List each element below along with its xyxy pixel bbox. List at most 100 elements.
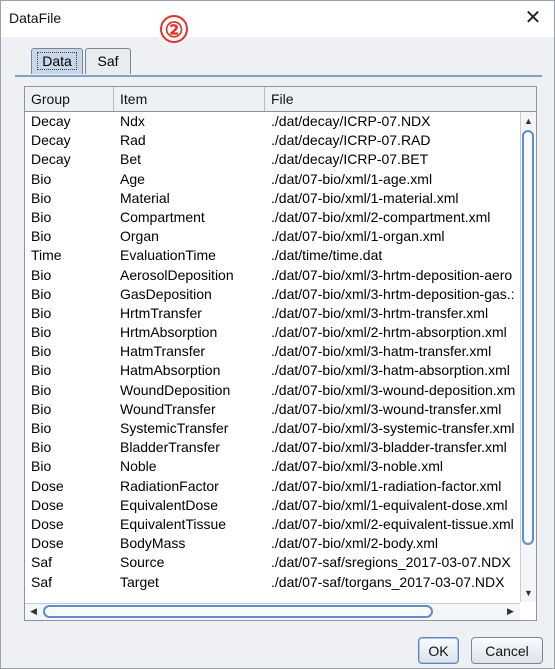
scroll-down-icon[interactable]: ▼ <box>521 588 536 598</box>
cell-file: ./dat/07-bio/xml/2-compartment.xml <box>271 208 491 225</box>
table-row[interactable]: Bio WoundDeposition ./dat/07-bio/xml/3-wou… <box>25 381 520 400</box>
column-header-item[interactable]: Item <box>114 87 265 111</box>
cell-item: BodyMass <box>120 535 186 552</box>
cell-item: HrtmAbsorption <box>120 324 218 341</box>
ok-button[interactable]: OK <box>418 637 459 664</box>
table-row[interactable]: Bio HrtmAbsorption ./dat/07-bio/xml/2-hrtm… <box>25 323 520 342</box>
cell-group: Bio <box>31 381 52 398</box>
table-row[interactable]: Bio AerosolDeposition ./dat/07-bio/xml/3-h… <box>25 266 520 285</box>
cell-group: Dose <box>31 496 64 513</box>
cell-item: HatmAbsorption <box>120 362 221 379</box>
cell-file: ./dat/07-bio/xml/3-systemic-transfer.xml <box>271 420 515 436</box>
cell-file: ./dat/07-bio/xml/1-radiation-factor.xml <box>271 477 502 494</box>
table-row[interactable]: Bio Compartment ./dat/07-bio/xml/2-compart… <box>25 208 520 227</box>
cell-file: ./dat/07-bio/xml/2-equivalent-tissue.xml <box>271 515 514 532</box>
table-row[interactable]: Bio HatmTransfer ./dat/07-bio/xml/3-hatm-t… <box>25 342 520 361</box>
cell-file: ./dat/time/time.dat <box>271 247 383 264</box>
column-header-file[interactable]: File <box>265 87 536 111</box>
cell-item: Source <box>120 554 165 571</box>
cell-file: ./dat/07-bio/xml/2-body.xml <box>271 535 439 552</box>
close-icon[interactable]: ✕ <box>522 7 544 29</box>
tab-label-saf: Saf <box>97 53 119 69</box>
cell-file: ./dat/07-bio/xml/3-hatm-transfer.xml <box>271 343 492 360</box>
cell-file: ./dat/07-saf/sregions_2017-03-07.NDX <box>271 554 511 571</box>
cell-group: Bio <box>31 304 52 321</box>
column-header-group[interactable]: Group <box>25 87 114 111</box>
table-row[interactable]: Dose EquivalentTissue ./dat/07-bio/xml/2-e… <box>25 515 520 534</box>
cell-file: ./dat/07-bio/xml/3-wound-transfer.xml <box>271 400 502 417</box>
cell-file: ./dat/07-bio/xml/3-bladder-transfer.xml <box>271 439 507 456</box>
cell-file: ./dat/decay/ICRP-07.BET <box>271 151 429 168</box>
cell-file: ./dat/decay/ICRP-07.NDX <box>271 113 431 129</box>
table-row[interactable]: Bio WoundTransfer ./dat/07-bio/xml/3-wound… <box>25 400 520 419</box>
cell-item: EquivalentTissue <box>120 515 227 532</box>
cell-item: GasDeposition <box>120 285 212 302</box>
cell-file: ./dat/07-bio/xml/1-material.xml <box>271 189 459 206</box>
table-row[interactable]: Dose BodyMass ./dat/07-bio/xml/2-body.xml <box>25 534 520 553</box>
title-bar: DataFile ✕ <box>1 1 554 37</box>
cell-item: Bet <box>120 151 142 168</box>
table-row[interactable]: Saf Source ./dat/07-saf/sregions_2017-03-0… <box>25 553 520 572</box>
cell-item: HrtmTransfer <box>120 304 202 321</box>
table-row[interactable]: Saf Target ./dat/07-saf/torgans_2017-03-07… <box>25 573 520 592</box>
cell-file: ./dat/07-saf/torgans_2017-03-07.NDX <box>271 573 505 590</box>
tab-saf[interactable]: Saf <box>85 48 131 74</box>
cell-file: ./dat/07-bio/xml/3-hrtm-deposition-aero <box>271 266 513 283</box>
table-row[interactable]: Decay Ndx ./dat/decay/ICRP-07.NDX <box>25 112 520 131</box>
window-title: DataFile <box>9 10 62 26</box>
cell-group: Bio <box>31 285 52 302</box>
cancel-button[interactable]: Cancel <box>471 637 543 664</box>
table-row[interactable]: Bio Age ./dat/07-bio/xml/1-age.xml <box>25 170 520 189</box>
cell-group: Bio <box>31 420 52 436</box>
cell-item: BladderTransfer <box>120 439 220 456</box>
table-row[interactable]: Bio BladderTransfer ./dat/07-bio/xml/3-bla… <box>25 438 520 457</box>
table-row[interactable]: Bio Material ./dat/07-bio/xml/1-material.x… <box>25 189 520 208</box>
cell-group: Bio <box>31 400 52 417</box>
cell-group: Bio <box>31 189 52 206</box>
table-row[interactable]: Bio GasDeposition ./dat/07-bio/xml/3-hrtm-… <box>25 285 520 304</box>
cell-item: HatmTransfer <box>120 343 206 360</box>
cell-file: ./dat/07-bio/xml/3-hatm-absorption.xml <box>271 362 510 379</box>
table-row[interactable]: Decay Rad ./dat/decay/ICRP-07.RAD <box>25 131 520 150</box>
cell-group: Bio <box>31 208 52 225</box>
table-row[interactable]: Time EvaluationTime ./dat/time/time.dat <box>25 246 520 265</box>
tab-label-data: Data <box>37 52 77 70</box>
scroll-up-icon[interactable]: ▲ <box>521 116 536 126</box>
cell-group: Dose <box>31 477 64 494</box>
cell-file: ./dat/decay/ICRP-07.RAD <box>271 132 431 149</box>
cell-file: ./dat/07-bio/xml/3-wound-deposition.xm <box>271 381 516 398</box>
table-row[interactable]: Bio SystemicTransfer ./dat/07-bio/xml/3-sy… <box>25 419 520 438</box>
cell-group: Decay <box>31 132 71 149</box>
cell-item: Ndx <box>120 113 145 129</box>
table-row[interactable]: Bio HatmAbsorption ./dat/07-bio/xml/3-hatm… <box>25 361 520 380</box>
horizontal-scroll-thumb[interactable] <box>43 605 433 618</box>
cell-group: Dose <box>31 535 64 552</box>
cell-item: RadiationFactor <box>120 477 219 494</box>
cell-item: WoundTransfer <box>120 400 216 417</box>
cell-group: Decay <box>31 113 71 129</box>
cell-group: Saf <box>31 554 53 571</box>
cell-file: ./dat/07-bio/xml/3-hrtm-deposition-gas.: <box>271 285 515 302</box>
cell-file: ./dat/07-bio/xml/2-hrtm-absorption.xml <box>271 324 507 341</box>
cell-item: Target <box>120 573 159 590</box>
tab-data[interactable]: Data <box>31 48 83 74</box>
table-row[interactable]: Bio HrtmTransfer ./dat/07-bio/xml/3-hrtm-t… <box>25 304 520 323</box>
table-row[interactable]: Dose RadiationFactor ./dat/07-bio/xml/1-ra… <box>25 477 520 496</box>
vertical-scroll-thumb[interactable] <box>522 130 534 545</box>
scroll-right-icon[interactable]: ▶ <box>503 606 518 617</box>
horizontal-scrollbar[interactable]: ◀ ▶ <box>25 603 520 620</box>
cell-file: ./dat/07-bio/xml/3-noble.xml <box>271 458 443 475</box>
scroll-left-icon[interactable]: ◀ <box>26 606 41 617</box>
vertical-scrollbar[interactable]: ▲ ▼ <box>520 112 536 602</box>
cell-item: Compartment <box>120 208 205 225</box>
table-row[interactable]: Bio Noble ./dat/07-bio/xml/3-noble.xml <box>25 457 520 476</box>
cell-item: WoundDeposition <box>120 381 231 398</box>
table-row[interactable]: Decay Bet ./dat/decay/ICRP-07.BET <box>25 150 520 169</box>
cell-file: ./dat/07-bio/xml/1-age.xml <box>271 170 433 187</box>
cell-item: Rad <box>120 132 146 149</box>
cell-group: Bio <box>31 170 52 187</box>
cell-group: Bio <box>31 458 52 475</box>
table-row[interactable]: Bio Organ ./dat/07-bio/xml/1-organ.xml <box>25 227 520 246</box>
table-row[interactable]: Dose EquivalentDose ./dat/07-bio/xml/1-equ… <box>25 496 520 515</box>
cell-group: Bio <box>31 439 52 456</box>
